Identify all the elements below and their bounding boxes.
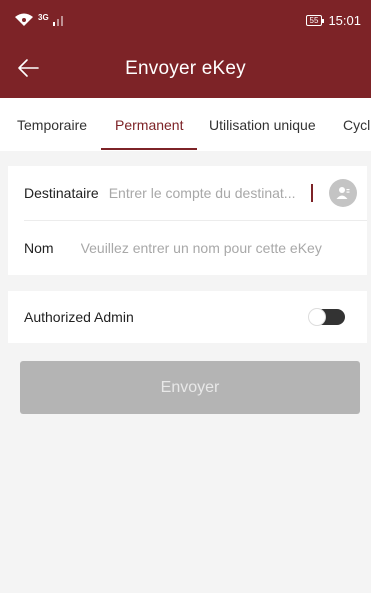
arrow-left-icon	[18, 59, 39, 77]
tab-bar: Temporaire Permanent Utilisation unique …	[0, 98, 371, 151]
name-label: Nom	[24, 240, 54, 256]
status-bar: 3G 55 15:01	[0, 0, 371, 40]
toggle-knob	[308, 308, 326, 326]
app-header: Envoyer eKey	[0, 40, 371, 98]
admin-card: Authorized Admin	[8, 291, 367, 343]
recipient-input[interactable]	[108, 185, 309, 201]
tab-temporaire[interactable]: Temporaire	[17, 98, 87, 151]
admin-label: Authorized Admin	[24, 309, 134, 325]
page-title: Envoyer eKey	[125, 58, 246, 79]
send-button[interactable]: Envoyer	[20, 361, 360, 414]
recipient-label: Destinataire	[24, 185, 99, 201]
tab-cyclique[interactable]: Cycl	[343, 98, 370, 151]
name-row: Nom	[8, 221, 367, 275]
contact-picker-button[interactable]	[329, 179, 357, 207]
active-tab-indicator	[101, 148, 197, 150]
recipient-card: Destinataire Nom	[8, 166, 367, 275]
wifi-icon	[15, 13, 33, 26]
status-left: 3G	[14, 13, 63, 27]
text-cursor	[310, 184, 313, 202]
back-button[interactable]	[12, 52, 44, 84]
signal-icon	[52, 14, 63, 26]
tab-permanent[interactable]: Permanent	[115, 98, 183, 151]
battery-icon: 55	[305, 14, 325, 26]
admin-toggle[interactable]	[308, 308, 345, 326]
status-right: 55 15:01	[305, 12, 361, 28]
recipient-row: Destinataire	[8, 166, 367, 220]
status-time: 15:01	[328, 12, 361, 28]
contact-person-icon	[336, 187, 350, 199]
name-input[interactable]	[80, 240, 351, 256]
tab-utilisation-unique[interactable]: Utilisation unique	[209, 98, 316, 151]
network-type: 3G	[38, 12, 49, 22]
